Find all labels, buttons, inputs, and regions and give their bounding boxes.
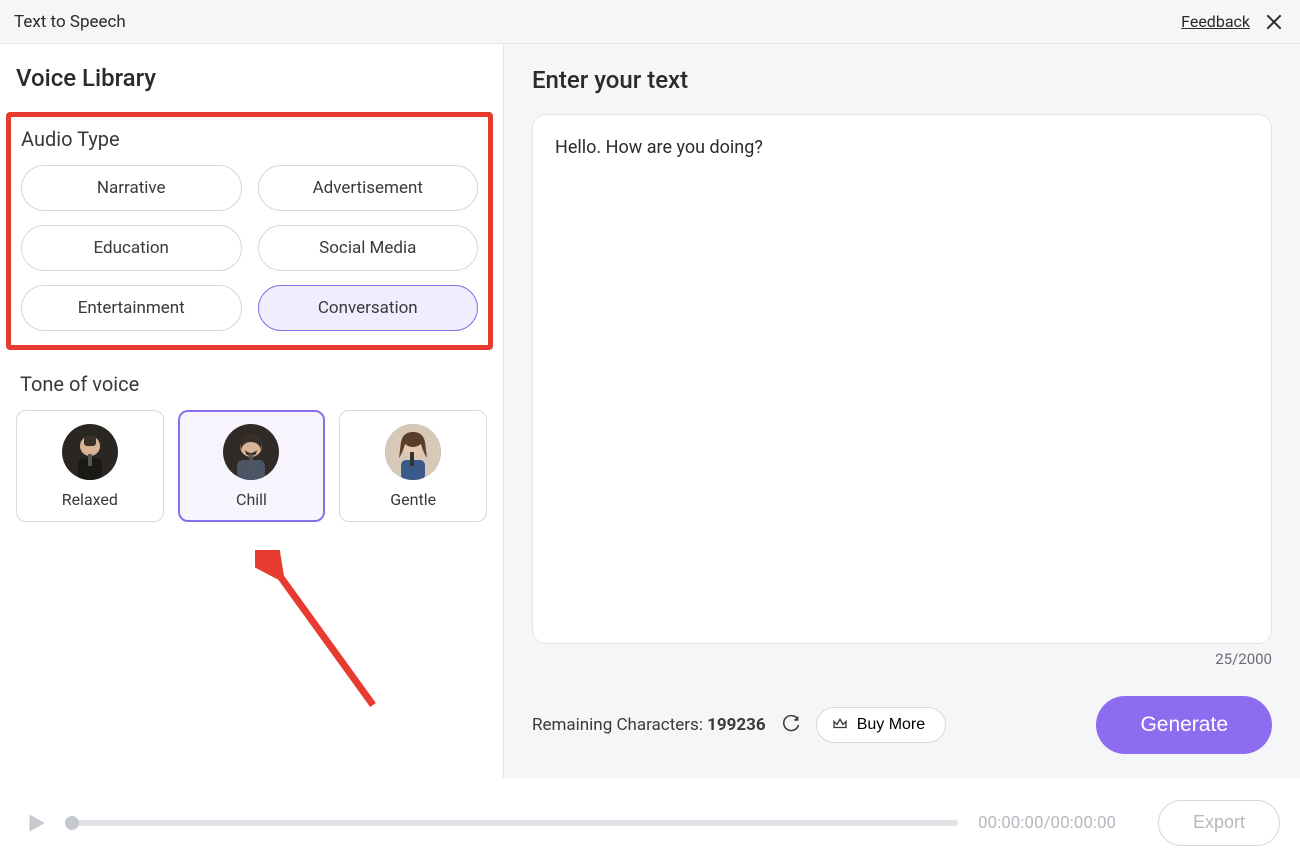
audio-type-entertainment[interactable]: Entertainment (21, 285, 242, 331)
remaining-value: 199236 (707, 715, 766, 735)
buy-more-label: Buy More (857, 716, 925, 734)
player: 00:00:00/00:00:00 Export (0, 778, 1300, 867)
avatar-relaxed (62, 424, 118, 480)
voice-library-heading: Voice Library (16, 64, 487, 92)
progress-thumb[interactable] (65, 816, 79, 830)
progress-bar[interactable] (72, 820, 958, 826)
audio-type-narrative[interactable]: Narrative (21, 165, 242, 211)
content: Enter your text 25/2000 Remaining Charac… (504, 44, 1300, 778)
buy-more-button[interactable]: Buy More (816, 707, 946, 743)
audio-type-advertisement[interactable]: Advertisement (258, 165, 479, 211)
avatar-chill (223, 424, 279, 480)
tone-card-gentle[interactable]: Gentle (339, 410, 487, 522)
remaining-label: Remaining Characters: (532, 715, 707, 735)
footer-row: Remaining Characters: 199236 Buy More Ge… (532, 696, 1272, 754)
tone-label-chill: Chill (236, 490, 267, 509)
topbar-right: Feedback (1181, 10, 1286, 34)
feedback-link[interactable]: Feedback (1181, 12, 1250, 31)
remaining-characters: Remaining Characters: 199236 (532, 715, 766, 735)
audio-type-label: Audio Type (17, 127, 482, 151)
timecode: 00:00:00/00:00:00 (978, 813, 1138, 833)
avatar-gentle (385, 424, 441, 480)
audio-type-education[interactable]: Education (21, 225, 242, 271)
audio-type-conversation[interactable]: Conversation (258, 285, 479, 331)
sidebar: Voice Library Audio Type Narrative Adver… (0, 44, 504, 778)
tone-label-gentle: Gentle (390, 490, 436, 509)
tone-card-chill[interactable]: Chill (178, 410, 326, 522)
tone-card-relaxed[interactable]: Relaxed (16, 410, 164, 522)
enter-text-heading: Enter your text (532, 66, 1272, 94)
crown-icon (831, 714, 849, 737)
topbar: Text to Speech Feedback (0, 0, 1300, 44)
export-button[interactable]: Export (1158, 800, 1280, 846)
topbar-title: Text to Speech (14, 12, 126, 32)
annotation-arrow (255, 550, 395, 720)
tone-label: Tone of voice (16, 372, 487, 396)
char-count: 25/2000 (532, 650, 1272, 668)
tone-grid: Relaxed Chill Gentle (16, 410, 487, 522)
text-input[interactable] (532, 114, 1272, 644)
audio-type-social-media[interactable]: Social Media (258, 225, 479, 271)
main: Voice Library Audio Type Narrative Adver… (0, 44, 1300, 778)
generate-button[interactable]: Generate (1096, 696, 1272, 754)
audio-type-grid: Narrative Advertisement Education Social… (17, 165, 482, 331)
refresh-icon[interactable] (780, 714, 802, 736)
play-icon[interactable] (20, 807, 52, 839)
tone-section: Tone of voice Relaxed Chill (16, 372, 487, 522)
audio-type-highlight-box: Audio Type Narrative Advertisement Educa… (6, 112, 493, 350)
tone-label-relaxed: Relaxed (62, 490, 118, 509)
close-icon[interactable] (1262, 10, 1286, 34)
